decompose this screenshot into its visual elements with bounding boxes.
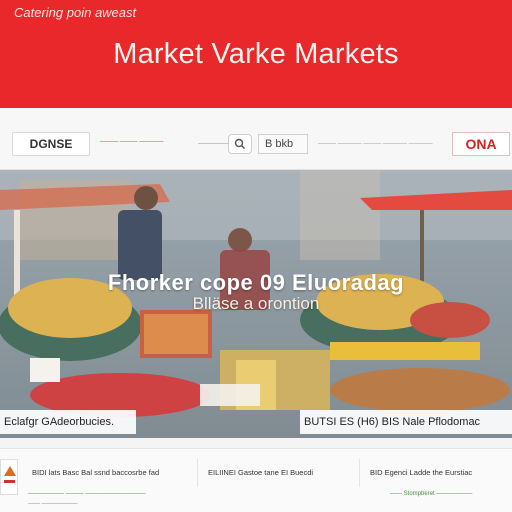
site-title[interactable]: Market Varke Markets	[0, 38, 512, 71]
nav-cta-button[interactable]: ONA	[452, 132, 510, 156]
feature-card-3[interactable]: BID Egenci Ladde the Eurstiac	[366, 459, 510, 487]
hero-caption-left[interactable]: Eclafgr GAdeorbucies.	[0, 410, 136, 434]
feature-card-2[interactable]: EILIINEI Gastoe tane EI Buecdi	[204, 459, 360, 487]
nav-link-primary[interactable]: ——— ——— ————	[100, 139, 163, 145]
nav-right-links[interactable]: ——— ———— ——— ———— ————	[318, 141, 433, 147]
hero-caption-right[interactable]: BUTSI ES (H6) BIS Nale Pflodomac	[300, 410, 512, 434]
hero-title: Fhorker cope 09 Eluoradag	[107, 270, 405, 295]
search-icon	[234, 138, 245, 149]
header-tagline: Catering poin aweast	[14, 5, 137, 20]
feature-card-text: BID Egenci Ladde the Eurstiac	[370, 468, 473, 477]
site-header: Catering poin aweast Market Varke Market…	[0, 0, 512, 108]
hero-banner[interactable]: Fhorker cope 09 Eluoradag Blläse a oront…	[0, 170, 512, 438]
nav-logo-button[interactable]: DGNSE	[12, 132, 90, 156]
nav-link-secondary[interactable]: —————	[198, 141, 228, 147]
feature-cards: BIDI lats Basc Bal ssnd baccosrbe fad EI…	[0, 448, 512, 512]
feature-card-text: BIDI lats Basc Bal ssnd baccosrbe fad	[32, 468, 160, 477]
search-button[interactable]	[228, 134, 252, 154]
card-footer-left[interactable]: —————— ——— ——————————	[28, 491, 145, 497]
feature-card-text: EILIINEI Gastoe tane EI Buecdi	[208, 468, 314, 477]
language-select[interactable]: B bkb	[258, 134, 308, 154]
card-footer-right[interactable]: —— Stompberet ——————	[390, 491, 472, 497]
market-logo-icon	[0, 459, 18, 495]
feature-card-1[interactable]: BIDI lats Basc Bal ssnd baccosrbe fad	[28, 459, 198, 487]
hero-subtitle: Blläse a orontion	[192, 294, 320, 313]
navigation-bar: DGNSE ——— ——— ———— ————— B bkb ——— ———— …	[0, 108, 512, 170]
card-footer-left-2[interactable]: —— ——————	[28, 501, 78, 507]
